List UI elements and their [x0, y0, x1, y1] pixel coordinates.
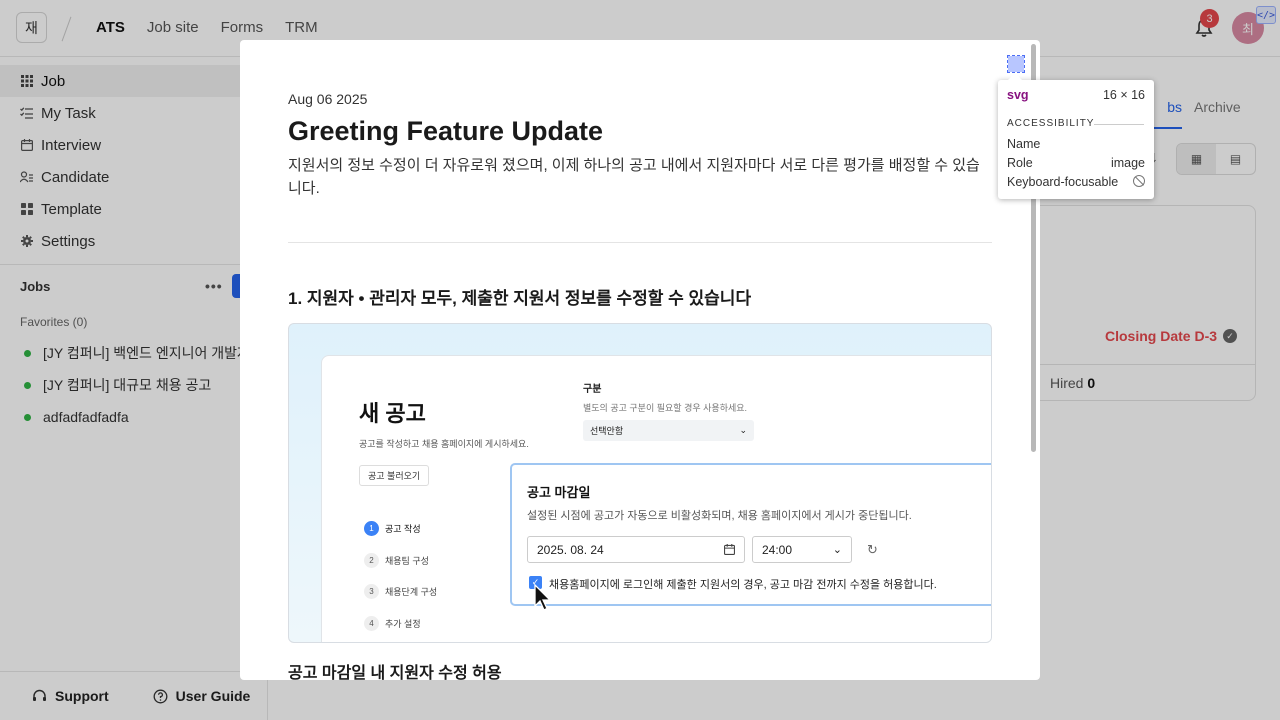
update-notes-modal: Aug 06 2025 Greeting Feature Update 지원서의…	[240, 40, 1040, 680]
tooltip-role-label: Role	[1007, 156, 1033, 170]
preview-steps: 1 공고 작성 2 채용팀 구성 3 채용단계 구성 4 추가 설정	[364, 513, 437, 639]
step-number: 1	[364, 521, 379, 537]
section-title: 1. 지원자 • 관리자 모두, 제출한 지원서 정보를 수정할 수 있습니다	[288, 289, 752, 308]
deadline-date-field: 2025. 08. 24	[527, 536, 745, 563]
chevron-down-icon: ⌄	[739, 425, 747, 435]
step-number: 4	[364, 615, 379, 631]
deadline-time-field: 24:00 ⌄	[752, 536, 852, 563]
job-form-preview: 새 공고 공고를 작성하고 채용 홈페이지에 게시하세요. 공고 불러오기 1 …	[321, 355, 991, 642]
deadline-time-value: 24:00	[762, 542, 793, 557]
step-number: 2	[364, 552, 379, 568]
preview-page-subtitle: 공고를 작성하고 채용 홈페이지에 게시하세요.	[359, 439, 529, 449]
tooltip-row-name: Name	[1007, 137, 1145, 151]
preview-category-help: 별도의 공고 구분이 필요할 경우 사용하세요.	[583, 403, 748, 413]
post-title: Greeting Feature Update	[288, 116, 604, 146]
category-value: 선택안함	[590, 426, 624, 436]
tooltip-section-line	[1094, 124, 1144, 125]
divider	[288, 242, 992, 243]
tooltip-role-value: image	[1110, 156, 1145, 170]
not-allowed-icon	[1133, 175, 1145, 187]
close-icon[interactable]	[1007, 55, 1025, 73]
step-number: 3	[364, 584, 379, 600]
tooltip-row-keyboard: Keyboard-focusable	[1007, 175, 1145, 189]
deadline-date-value: 2025. 08. 24	[537, 542, 604, 557]
tooltip-size: 16 × 16	[1102, 88, 1145, 102]
preview-load-button: 공고 불러오기	[359, 465, 430, 486]
preview-step: 2 채용팀 구성	[364, 545, 437, 577]
preview-step: 1 공고 작성	[364, 513, 437, 545]
step-label: 추가 설정	[385, 618, 421, 629]
tooltip-keyboard-label: Keyboard-focusable	[1007, 175, 1119, 189]
calendar-icon	[724, 544, 735, 555]
refresh-icon: ↻	[867, 542, 878, 557]
post-summary: 지원서의 정보 수정이 더 자유로워 졌으며, 이제 하나의 공고 내에서 지원…	[288, 157, 980, 197]
feature-screenshot: 새 공고 공고를 작성하고 채용 홈페이지에 게시하세요. 공고 불러오기 1 …	[288, 323, 992, 643]
tooltip-name-label: Name	[1007, 137, 1041, 151]
preview-category-label: 구분	[583, 384, 602, 395]
preview-page-title: 새 공고	[359, 401, 426, 426]
preview-deadline-panel: 공고 마감일 설정된 시점에 공고가 자동으로 비활성화되며, 채용 홈페이지에…	[510, 463, 991, 606]
tooltip-tag: svg	[1007, 88, 1029, 102]
chevron-down-icon: ⌄	[832, 544, 842, 556]
allow-edit-label: 채용홈페이지에 로그인해 제출한 지원서의 경우, 공고 마감 전까지 수정을 …	[549, 579, 937, 591]
step-label: 공고 작성	[385, 524, 421, 535]
deadline-title: 공고 마감일	[527, 485, 591, 500]
preview-step: 3 채용단계 구성	[364, 576, 437, 608]
subsection-title: 공고 마감일 내 지원자 수정 허용	[288, 665, 502, 680]
preview-category-select: 선택안함 ⌄	[583, 420, 754, 441]
step-label: 채용단계 구성	[385, 587, 438, 598]
tooltip-row-role: Role image	[1007, 156, 1145, 170]
devtools-inspect-tooltip: svg 16 × 16 ACCESSIBILITY Name Role imag…	[998, 73, 1154, 199]
tooltip-section: ACCESSIBILITY	[1007, 118, 1095, 129]
step-label: 채용팀 구성	[385, 555, 429, 566]
mouse-cursor-icon	[534, 584, 552, 611]
deadline-help: 설정된 시점에 공고가 자동으로 비활성화되며, 채용 홈페이지에서 게시가 중…	[527, 510, 912, 522]
post-date: Aug 06 2025	[288, 91, 368, 107]
preview-step: 4 추가 설정	[364, 608, 437, 640]
